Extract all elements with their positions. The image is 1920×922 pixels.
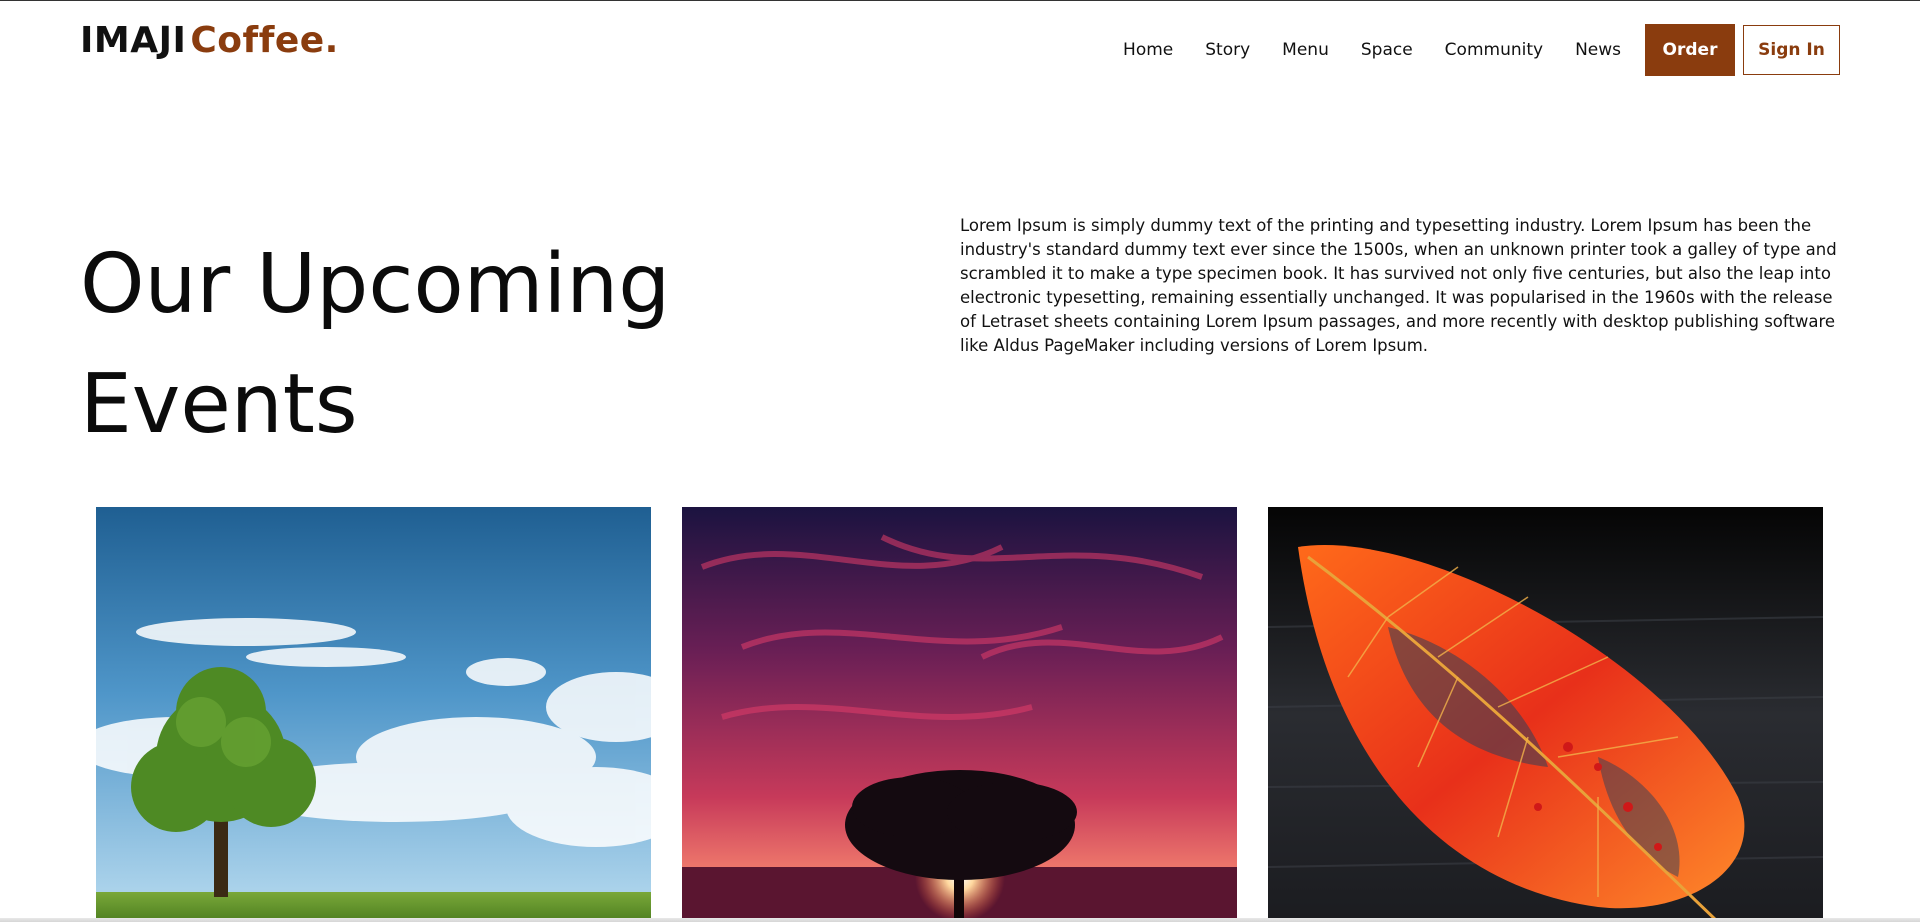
page-title: Our Upcoming Events — [80, 225, 880, 465]
event-card[interactable] — [96, 507, 651, 922]
sign-in-button[interactable]: Sign In — [1743, 25, 1840, 75]
tree-field-image — [96, 507, 651, 922]
event-card[interactable] — [682, 507, 1237, 922]
order-button[interactable]: Order — [1645, 24, 1735, 76]
nav-link-space[interactable]: Space — [1361, 25, 1413, 75]
nav-link-home[interactable]: Home — [1123, 25, 1173, 75]
events-gallery — [96, 507, 1823, 922]
red-leaf-image — [1268, 507, 1823, 922]
logo[interactable]: IMAJI Coffee. — [80, 20, 339, 61]
nav-link-news[interactable]: News — [1575, 25, 1621, 75]
event-card[interactable] — [1268, 507, 1823, 922]
hero-description: Lorem Ipsum is simply dummy text of the … — [960, 216, 1837, 355]
page-title-line1: Our Upcoming — [80, 237, 671, 332]
sunset-tree-image — [682, 507, 1237, 922]
nav-link-story[interactable]: Story — [1205, 25, 1250, 75]
logo-brand-imaji: IMAJI — [80, 20, 187, 61]
nav-link-community[interactable]: Community — [1445, 25, 1543, 75]
bottom-edge — [0, 918, 1920, 922]
main-nav: Home Story Menu Space Community News Ord… — [1091, 24, 1840, 76]
site-header: IMAJI Coffee. Home Story Menu Space Commu… — [0, 0, 1920, 100]
logo-brand-coffee: Coffee. — [190, 20, 339, 61]
nav-link-menu[interactable]: Menu — [1282, 25, 1329, 75]
page-title-line2: Events — [80, 357, 358, 452]
